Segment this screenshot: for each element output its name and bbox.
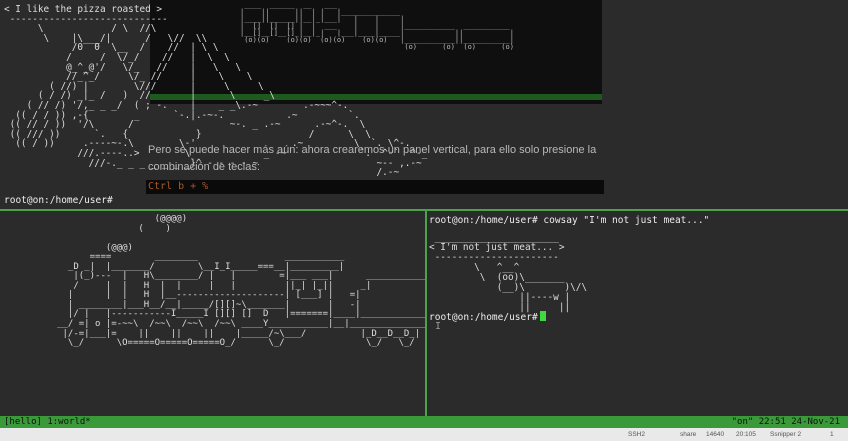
sl-train-art: (@@@@) ( ) (@@@) ==== ________ _________… [57, 214, 425, 349]
os-taskbar: SSH2 share 14640 20:105 Ssnipper 2 1 [0, 428, 848, 441]
terminal-pane-top[interactable]: ____ ______ __ ___ | || || | | |________… [0, 0, 848, 209]
tmux-status-bar: [hello] 1:world* "on" 22:51 24-Nov-21 [0, 416, 848, 428]
cowsay-command-line: root@on:/home/user# cowsay "I'm not just… [429, 215, 710, 226]
cowsay-output-bottom: ______________________ < I'm not just me… [429, 232, 588, 313]
taskbar-item[interactable]: 14640 [706, 428, 724, 441]
terminal-pane-bottom-left[interactable]: (@@@@) ( ) (@@@) ==== ________ _________… [0, 211, 425, 416]
taskbar-item[interactable]: 20:105 [736, 428, 756, 441]
taskbar-item[interactable]: Ssnipper 2 [770, 428, 801, 441]
ibeam-cursor-icon: I [435, 321, 442, 332]
host-clock: "on" 22:51 24-Nov-21 [731, 417, 840, 427]
overlay-command-box: Ctrl b + % [146, 180, 604, 194]
overlay-caption-text: Pero se puede hacer más aún: ahora crear… [148, 144, 597, 173]
taskbar-item[interactable]: SSH2 [628, 428, 645, 441]
session-window-list[interactable]: [hello] 1:world* [4, 416, 91, 428]
terminal-pane-bottom-right[interactable]: root@on:/home/user# cowsay "I'm not just… [427, 211, 848, 416]
taskbar-item[interactable]: 1 [830, 428, 834, 441]
shell-prompt-text: root@on:/home/user# [429, 312, 538, 323]
shell-prompt-top: root@on:/home/user# [4, 195, 113, 206]
taskbar-item[interactable]: share [680, 428, 696, 441]
cursor-block-icon [539, 311, 546, 321]
shell-prompt-active[interactable]: root@on:/home/user# [429, 311, 546, 324]
